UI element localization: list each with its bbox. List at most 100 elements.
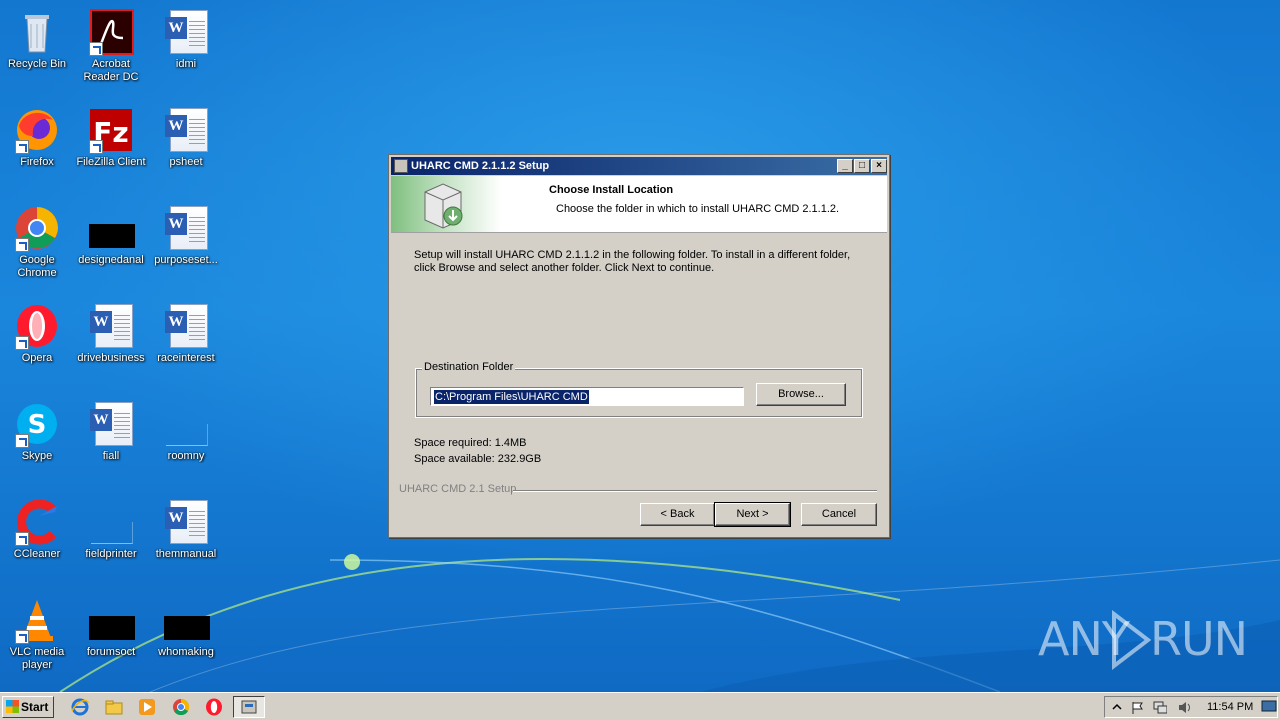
volume-icon[interactable] (1177, 701, 1191, 714)
desktop: Recycle Bin Firefox Google Chrome Opera … (0, 0, 1280, 692)
acrobat-icon (87, 8, 135, 56)
skype-icon: S (13, 400, 61, 448)
desktop-icon-label: psheet (169, 156, 203, 168)
desktop-icon-fieldprinter[interactable]: fieldprinter (74, 494, 148, 584)
desktop-icon-label: VLC media player (9, 646, 65, 671)
desktop-icon-psheet[interactable]: W psheet (149, 102, 223, 192)
desktop-icon-raceinterest[interactable]: W raceinterest (149, 298, 223, 388)
footer-divider (513, 490, 877, 492)
desktop-icon-roomny[interactable]: roomny (149, 396, 223, 486)
install-description: Setup will install UHARC CMD 2.1.1.2 in … (414, 249, 851, 274)
word-document-icon: W (162, 302, 210, 350)
taskbar: Start 11:54 PM (0, 692, 1280, 720)
install-box-icon (424, 183, 463, 229)
file-thumbnail-icon (162, 400, 210, 448)
show-hidden-icons-icon[interactable] (1111, 701, 1125, 714)
desktop-icon-label: designedanal (78, 254, 144, 266)
installer-app-icon (394, 159, 408, 173)
header-graphic (391, 176, 501, 232)
firefox-icon (13, 106, 61, 154)
desktop-icon-label: Firefox (20, 156, 54, 168)
desktop-icon-recycle-bin[interactable]: Recycle Bin (0, 4, 74, 94)
desktop-icon-purposeset[interactable]: W purposeset... (149, 200, 223, 290)
setup-dialog: UHARC CMD 2.1.1.2 Setup _ □ × Choose Ins… (388, 154, 890, 538)
shortcut-arrow-icon (15, 434, 29, 448)
desktop-icon-whomaking[interactable]: whomaking (149, 592, 223, 682)
desktop-icon-skype[interactable]: S Skype (0, 396, 74, 486)
desktop-icon-opera[interactable]: Opera (0, 298, 74, 388)
media-player-icon[interactable] (137, 697, 157, 717)
desktop-icon-ccleaner[interactable]: CCleaner (0, 494, 74, 584)
windows-logo-icon (6, 700, 19, 713)
desktop-icon-label: Skype (21, 450, 53, 462)
vlc-cone-icon (13, 596, 61, 644)
file-thumbnail-icon (87, 498, 135, 546)
destination-folder-legend: Destination Folder (422, 361, 516, 373)
action-center-flag-icon[interactable] (1131, 701, 1145, 714)
desktop-icon-fiall[interactable]: W fiall (74, 396, 148, 486)
taskbar-setup-button[interactable] (233, 696, 265, 718)
start-label: Start (21, 700, 49, 714)
desktop-icon-label: forumsoct (86, 646, 136, 658)
desktop-icon-label: idmi (175, 58, 197, 70)
space-required: Space required: 1.4MB (414, 437, 527, 449)
opera-taskbar-icon[interactable] (204, 697, 224, 717)
desktop-icon-label: purposeset... (154, 254, 218, 266)
page-subtitle: Choose the folder in which to install UH… (556, 203, 840, 215)
shortcut-arrow-icon (15, 532, 29, 546)
desktop-icon-filezilla[interactable]: Fz FileZilla Client (74, 102, 148, 192)
maximize-button[interactable]: □ (854, 159, 870, 173)
installer-taskbar-icon (241, 700, 257, 714)
shortcut-arrow-icon (15, 336, 29, 350)
desktop-icon-acrobat-reader[interactable]: Acrobat Reader DC (74, 4, 148, 94)
file-thumbnail-icon (87, 596, 135, 644)
desktop-icon-label: CCleaner (13, 548, 61, 560)
desktop-icon-drivebusiness[interactable]: W drivebusiness (74, 298, 148, 388)
word-document-icon: W (162, 498, 210, 546)
taskbar-clock[interactable]: 11:54 PM (1207, 701, 1253, 713)
start-button[interactable]: Start (2, 696, 54, 718)
desktop-icon-google-chrome[interactable]: Google Chrome (0, 200, 74, 290)
chrome-taskbar-icon[interactable] (171, 697, 191, 717)
anyrun-watermark: ANY RUN (1038, 609, 1248, 672)
desktop-icon-forumsoct[interactable]: forumsoct (74, 592, 148, 682)
desktop-icon-label: drivebusiness (77, 352, 145, 364)
desktop-icon-label: roomny (167, 450, 205, 462)
back-button[interactable]: < Back (640, 503, 715, 526)
show-desktop-icon[interactable] (1261, 698, 1277, 714)
browse-button[interactable]: Browse... (756, 383, 846, 406)
desktop-icon-vlc-media-player[interactable]: VLC media player (0, 592, 74, 682)
watermark-right-text: RUN (1150, 612, 1248, 666)
word-document-icon: W (162, 204, 210, 252)
shortcut-arrow-icon (89, 42, 103, 56)
wizard-header: Choose Install Location Choose the folde… (391, 176, 887, 233)
desktop-icon-label: FileZilla Client (76, 156, 146, 168)
desktop-icon-label: themmanual (155, 548, 217, 560)
recycle-bin-icon (13, 8, 61, 56)
cancel-button[interactable]: Cancel (801, 503, 877, 526)
shortcut-arrow-icon (15, 140, 29, 154)
desktop-icon-label: fiall (102, 450, 120, 462)
title-bar[interactable]: UHARC CMD 2.1.1.2 Setup _ □ × (391, 157, 887, 175)
network-icon[interactable] (1153, 701, 1167, 714)
internet-explorer-icon[interactable] (70, 697, 90, 717)
word-document-icon: W (162, 106, 210, 154)
desktop-icon-label: Recycle Bin (7, 58, 67, 70)
minimize-button[interactable]: _ (837, 159, 853, 173)
next-button[interactable]: Next > (714, 502, 791, 527)
desktop-icon-designedanal[interactable]: designedanal (74, 200, 148, 290)
desktop-icon-label: Acrobat Reader DC (83, 58, 139, 83)
file-explorer-icon[interactable] (104, 697, 124, 717)
desktop-icon-idmi[interactable]: W idmi (149, 4, 223, 94)
system-tray: 11:54 PM (1104, 696, 1278, 718)
svg-text:S: S (28, 410, 47, 440)
close-button[interactable]: × (871, 159, 887, 173)
desktop-icon-firefox[interactable]: Firefox (0, 102, 74, 192)
destination-folder-selected-text: C:\Program Files\UHARC CMD (434, 390, 589, 404)
word-document-icon: W (87, 302, 135, 350)
page-title: Choose Install Location (549, 184, 674, 196)
desktop-icon-themmanual[interactable]: W themmanual (149, 494, 223, 584)
shortcut-arrow-icon (15, 630, 29, 644)
desktop-icon-label: raceinterest (157, 352, 215, 364)
ccleaner-icon (13, 498, 61, 546)
